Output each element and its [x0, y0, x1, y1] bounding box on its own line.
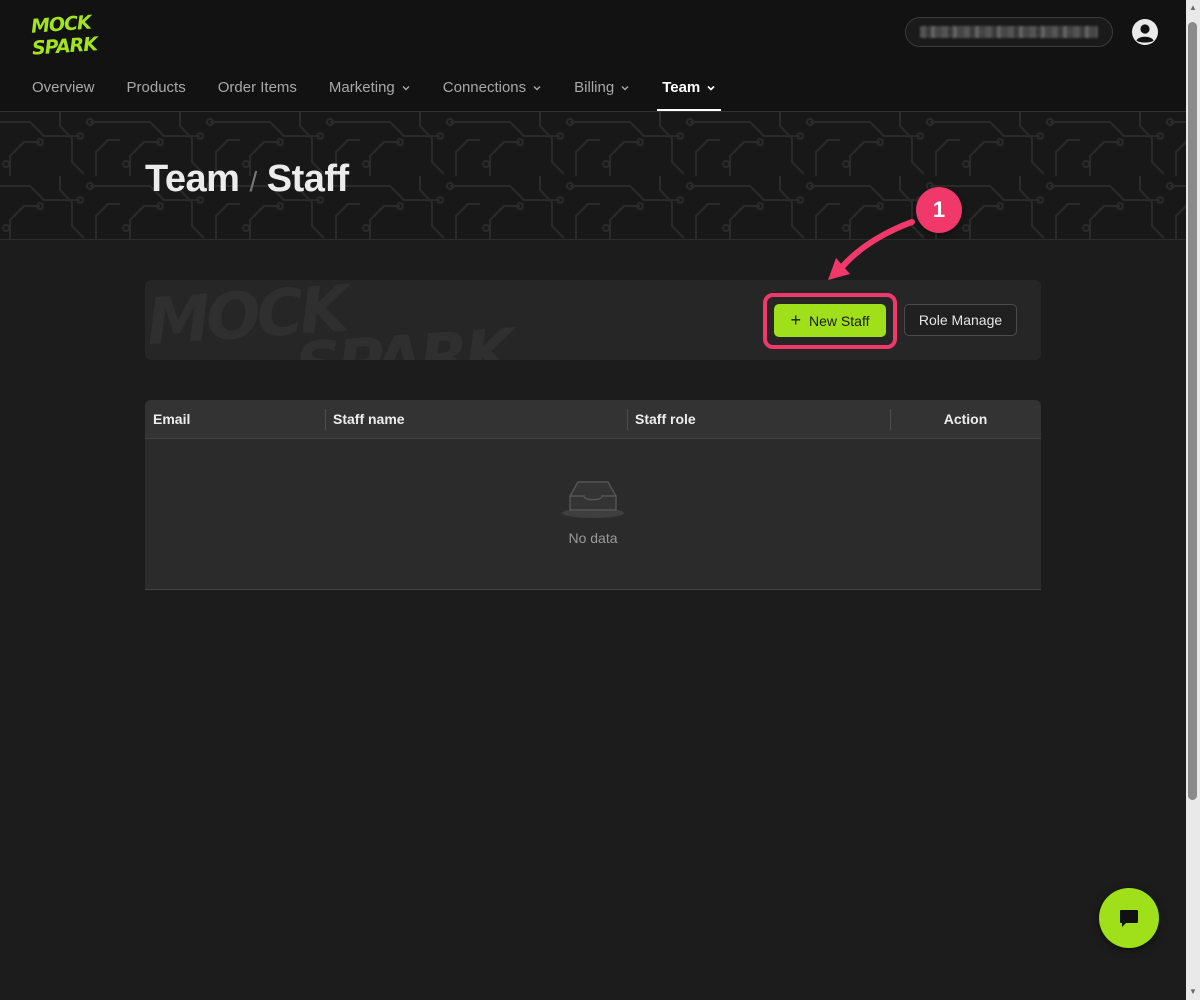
table-header: Email Staff name Staff role Action	[145, 400, 1041, 439]
user-avatar-icon[interactable]	[1131, 18, 1159, 46]
breadcrumb-separator: /	[249, 166, 257, 197]
empty-text: No data	[568, 530, 618, 546]
breadcrumb-current: Staff	[266, 158, 349, 200]
nav-label: Order Items	[217, 79, 297, 96]
nav-marketing[interactable]: Marketing	[313, 64, 427, 111]
nav-label: Team	[662, 79, 701, 96]
nav-label: Products	[126, 79, 186, 96]
empty-inbox-icon	[562, 481, 624, 518]
column-label: Staff role	[635, 411, 696, 427]
main-nav: Overview Products Order Items Marketing …	[16, 64, 732, 111]
scroll-down-icon[interactable]: ▼	[1189, 988, 1197, 996]
chevron-down-icon	[621, 85, 629, 90]
column-header-action: Action	[890, 400, 1041, 438]
nav-overview[interactable]: Overview	[16, 64, 111, 111]
page-title: Team / Staff	[145, 158, 349, 201]
column-header-staff-name: Staff name	[325, 400, 627, 438]
nav-products[interactable]: Products	[111, 64, 202, 111]
new-staff-button[interactable]: + New Staff	[774, 304, 886, 337]
nav-label: Marketing	[328, 79, 395, 96]
svg-text:SPARK: SPARK	[31, 33, 100, 56]
brand-logo-mark: MOCK SPARK	[30, 11, 100, 56]
nav-label: Billing	[574, 79, 615, 96]
column-header-email: Email	[145, 400, 325, 438]
chevron-down-icon	[707, 85, 715, 91]
nav-label: Overview	[32, 79, 95, 96]
chevron-down-icon	[533, 85, 541, 90]
nav-label: Connections	[442, 79, 527, 96]
nav-team[interactable]: Team	[646, 64, 732, 111]
plus-icon: +	[790, 309, 802, 330]
chevron-down-icon	[402, 85, 410, 90]
account-switcher[interactable]	[905, 17, 1113, 47]
nav-connections[interactable]: Connections	[427, 64, 558, 111]
empty-state: No data	[145, 439, 1041, 589]
scroll-up-icon[interactable]: ▲	[1189, 4, 1197, 12]
breadcrumb-parent[interactable]: Team	[145, 158, 240, 201]
brand-logo[interactable]: MOCK SPARK	[30, 8, 120, 56]
scrollbar-thumb[interactable]	[1188, 22, 1197, 800]
staff-table: Email Staff name Staff role Action No da…	[145, 400, 1041, 590]
column-label: Action	[943, 411, 988, 427]
column-label: Staff name	[333, 411, 405, 427]
nav-order-items[interactable]: Order Items	[202, 64, 313, 111]
role-manage-button[interactable]: Role Manage	[904, 304, 1017, 336]
new-staff-label: New Staff	[809, 312, 870, 329]
nav-billing[interactable]: Billing	[558, 64, 646, 111]
brand-watermark: MOCK SPARK	[145, 280, 521, 360]
redacted-account-name	[920, 26, 1098, 38]
column-header-staff-role: Staff role	[627, 400, 890, 438]
annotation-step-badge: 1	[916, 187, 962, 233]
chat-bubble-icon	[1120, 910, 1138, 927]
column-label: Email	[153, 411, 191, 427]
chat-button[interactable]	[1099, 888, 1159, 948]
top-header: MOCK SPARK Overview Products Order Items…	[0, 0, 1186, 112]
